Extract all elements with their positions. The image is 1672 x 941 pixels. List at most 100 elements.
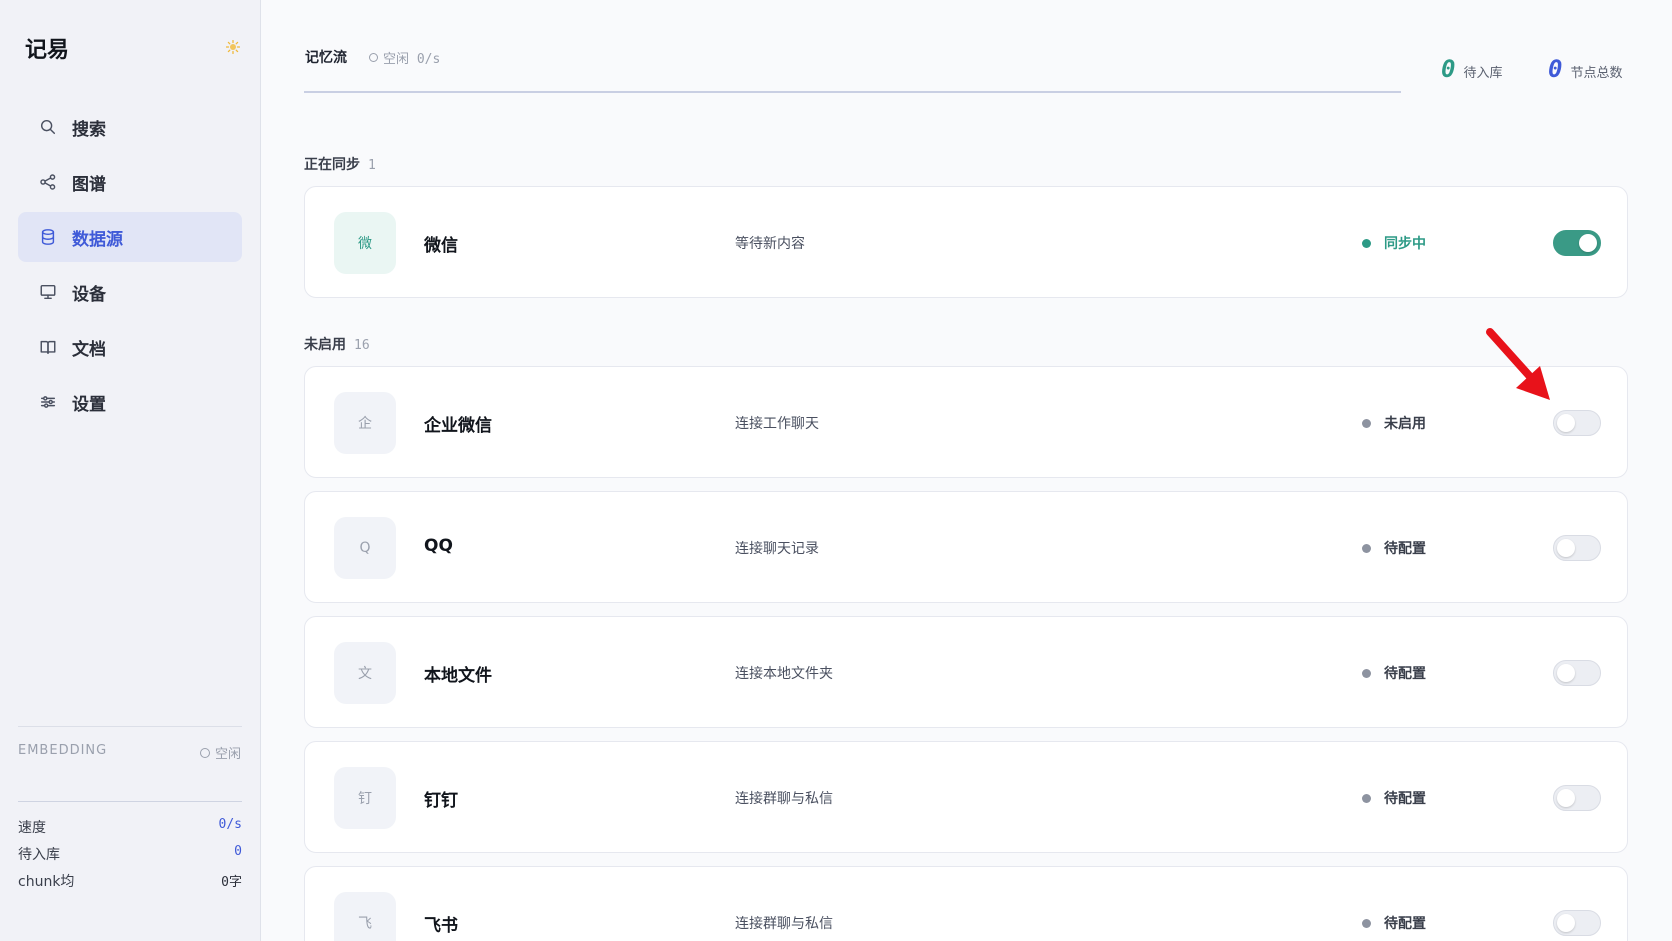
sidebar-item-label: 设置 (72, 394, 106, 415)
status-dot-icon (1362, 418, 1371, 428)
stat-value: 0字 (221, 875, 242, 890)
stat-value: 0/s (218, 817, 242, 832)
source-badge: 钉 (334, 767, 396, 829)
metric-label: 节点总数 (1570, 66, 1623, 81)
section-disabled-title: 未启用 16 (304, 334, 370, 354)
source-status-text: 未启用 (1384, 416, 1426, 432)
database-icon (38, 227, 58, 247)
toggle-knob (1557, 539, 1575, 557)
idle-ring-icon (369, 53, 378, 62)
sidebar-item-settings[interactable]: 设置 (18, 377, 242, 427)
metric-value: 0 (1548, 55, 1563, 83)
source-name: 本地文件 (424, 666, 492, 686)
metric-value: 0 (1441, 55, 1456, 83)
monitor-icon (38, 282, 58, 302)
section-title-text: 未启用 (304, 337, 346, 353)
toggle-knob (1579, 234, 1597, 252)
source-status: 同步中 (1362, 233, 1426, 253)
source-toggle[interactable] (1553, 785, 1601, 811)
source-description: 连接群聊与私信 (735, 916, 833, 932)
section-count: 16 (354, 338, 370, 353)
stat-label: 速度 (18, 820, 46, 836)
status-dot-icon (1362, 238, 1371, 248)
toggle-knob (1557, 789, 1575, 807)
source-description: 连接群聊与私信 (735, 791, 833, 807)
source-status-text: 待配置 (1384, 791, 1426, 807)
idle-ring-icon (199, 747, 210, 758)
source-name: 微信 (424, 236, 458, 256)
metric-label: 待入库 (1463, 66, 1503, 81)
stream-status: 空闲 0/s (369, 48, 440, 67)
share-graph-icon (38, 172, 58, 192)
metric-pending: 0 待入库 (1441, 55, 1502, 83)
source-name: 企业微信 (424, 416, 492, 436)
section-title-text: 正在同步 (304, 157, 360, 173)
source-name: QQ (424, 536, 453, 556)
search-icon (38, 117, 58, 137)
source-badge: 企 (334, 392, 396, 454)
source-toggle[interactable] (1553, 910, 1601, 936)
source-status: 待配置 (1362, 538, 1426, 558)
sliders-icon (38, 392, 58, 412)
toggle-knob (1557, 664, 1575, 682)
sidebar-item-datasource[interactable]: 数据源 (18, 212, 242, 262)
sidebar-item-label: 数据源 (72, 229, 123, 250)
tab-memory-stream[interactable]: 记忆流 (305, 47, 347, 67)
stat-value: 0 (234, 844, 242, 859)
sidebar-nav: 搜索 图谱 数据源 设备 文档 设置 (18, 102, 242, 432)
source-card-local-files: 文 本地文件 连接本地文件夹 待配置 (304, 616, 1628, 728)
sidebar-item-label: 文档 (72, 339, 106, 360)
embedding-status: 空闲 (199, 743, 241, 762)
source-status-text: 待配置 (1384, 666, 1426, 682)
stat-chunk-avg: chunk均 0字 (18, 871, 242, 891)
source-toggle[interactable] (1553, 230, 1601, 256)
sidebar-item-label: 设备 (72, 284, 106, 305)
sidebar: 记易 搜索 图谱 数据源 设备 文档 设置 EMBEDDING 空闲 速度 0/… (0, 0, 261, 941)
source-description: 等待新内容 (735, 236, 805, 252)
source-badge: Q (334, 517, 396, 579)
stat-pending: 待入库 0 (18, 844, 242, 864)
source-description: 连接本地文件夹 (735, 666, 833, 682)
status-dot-icon (1362, 668, 1371, 678)
status-dot-icon (1362, 543, 1371, 553)
source-badge: 文 (334, 642, 396, 704)
status-dot-icon (1362, 918, 1371, 928)
section-count: 1 (368, 158, 376, 173)
source-status-text: 同步中 (1384, 236, 1426, 252)
source-status-text: 待配置 (1384, 541, 1426, 557)
source-toggle[interactable] (1553, 535, 1601, 561)
stat-speed: 速度 0/s (18, 817, 242, 837)
stat-label: 待入库 (18, 847, 60, 863)
sidebar-item-label: 图谱 (72, 174, 106, 195)
sidebar-item-search[interactable]: 搜索 (18, 102, 242, 152)
source-card-qq: Q QQ 连接聊天记录 待配置 (304, 491, 1628, 603)
source-status: 未启用 (1362, 413, 1426, 433)
sparkle-icon (226, 40, 240, 54)
source-status-text: 待配置 (1384, 916, 1426, 932)
section-syncing-title: 正在同步 1 (304, 154, 376, 174)
source-description: 连接聊天记录 (735, 541, 819, 557)
divider (18, 801, 242, 802)
app-logo: 记易 (25, 38, 70, 63)
source-name: 钉钉 (424, 791, 458, 811)
annotation-arrow-icon (1486, 328, 1550, 400)
sidebar-item-devices[interactable]: 设备 (18, 267, 242, 317)
source-name: 飞书 (424, 916, 458, 936)
sidebar-item-docs[interactable]: 文档 (18, 322, 242, 372)
source-status: 待配置 (1362, 788, 1426, 808)
header-underline (304, 91, 1401, 93)
source-card-feishu: 飞 飞书 连接群聊与私信 待配置 (304, 866, 1628, 941)
toggle-knob (1557, 914, 1575, 932)
toggle-knob (1557, 414, 1575, 432)
sidebar-item-graph[interactable]: 图谱 (18, 157, 242, 207)
source-toggle[interactable] (1553, 660, 1601, 686)
source-card-wechat: 微 微信 等待新内容 同步中 (304, 186, 1628, 298)
stream-status-text: 空闲 0/s (383, 52, 441, 67)
source-description: 连接工作聊天 (735, 416, 819, 432)
metric-node-total: 0 节点总数 (1548, 55, 1622, 83)
source-toggle[interactable] (1553, 410, 1601, 436)
source-badge: 飞 (334, 892, 396, 941)
stat-label: chunk均 (18, 874, 75, 890)
source-status: 待配置 (1362, 663, 1426, 683)
divider (18, 726, 242, 727)
